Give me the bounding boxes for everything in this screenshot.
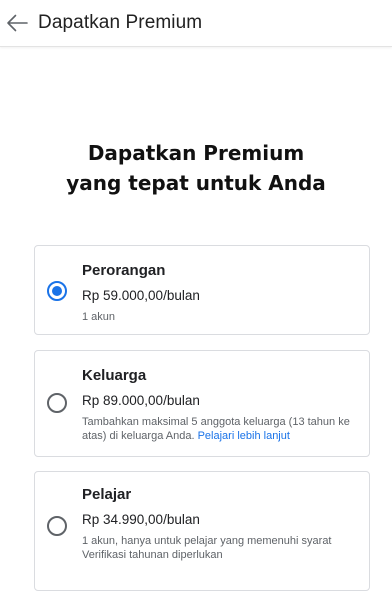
plan-description: 1 akun, hanya untuk pelajar yang memenuh… [82, 534, 355, 562]
radio-button-selected[interactable] [47, 281, 67, 301]
headline-line-2: yang tepat untuk Anda [66, 171, 326, 195]
plan-description-line-2: Verifikasi tahunan diperlukan [82, 549, 223, 561]
plan-description: Tambahkan maksimal 5 anggota keluarga (1… [82, 415, 355, 443]
plan-card-keluarga[interactable]: Keluarga Rp 89.000,00/bulan Tambahkan ma… [34, 350, 370, 457]
plan-price: Rp 34.990,00/bulan [82, 512, 200, 527]
back-button[interactable] [4, 10, 30, 36]
plan-description-line-1: 1 akun, hanya untuk pelajar yang memenuh… [82, 535, 332, 547]
headline-line-1: Dapatkan Premium [87, 141, 305, 165]
plan-card-perorangan[interactable]: Perorangan Rp 59.000,00/bulan 1 akun [34, 245, 370, 335]
plan-name: Pelajar [82, 486, 132, 503]
app-bar-title: Dapatkan Premium [38, 12, 203, 33]
arrow-left-icon [7, 14, 28, 32]
app-bar: Dapatkan Premium [0, 0, 392, 47]
plan-name: Keluarga [82, 367, 147, 384]
radio-button-unselected[interactable] [47, 516, 67, 536]
page-headline: Dapatkan Premium yang tepat untuk Anda [0, 138, 392, 198]
plan-price: Rp 59.000,00/bulan [82, 288, 200, 303]
plan-name: Perorangan [82, 262, 166, 279]
plan-description: 1 akun [82, 311, 116, 323]
radio-button-unselected[interactable] [47, 393, 67, 413]
learn-more-link[interactable]: Pelajari lebih lanjut [198, 430, 290, 442]
plan-price: Rp 89.000,00/bulan [82, 393, 200, 408]
plan-card-pelajar[interactable]: Pelajar Rp 34.990,00/bulan 1 akun, hanya… [34, 471, 370, 591]
